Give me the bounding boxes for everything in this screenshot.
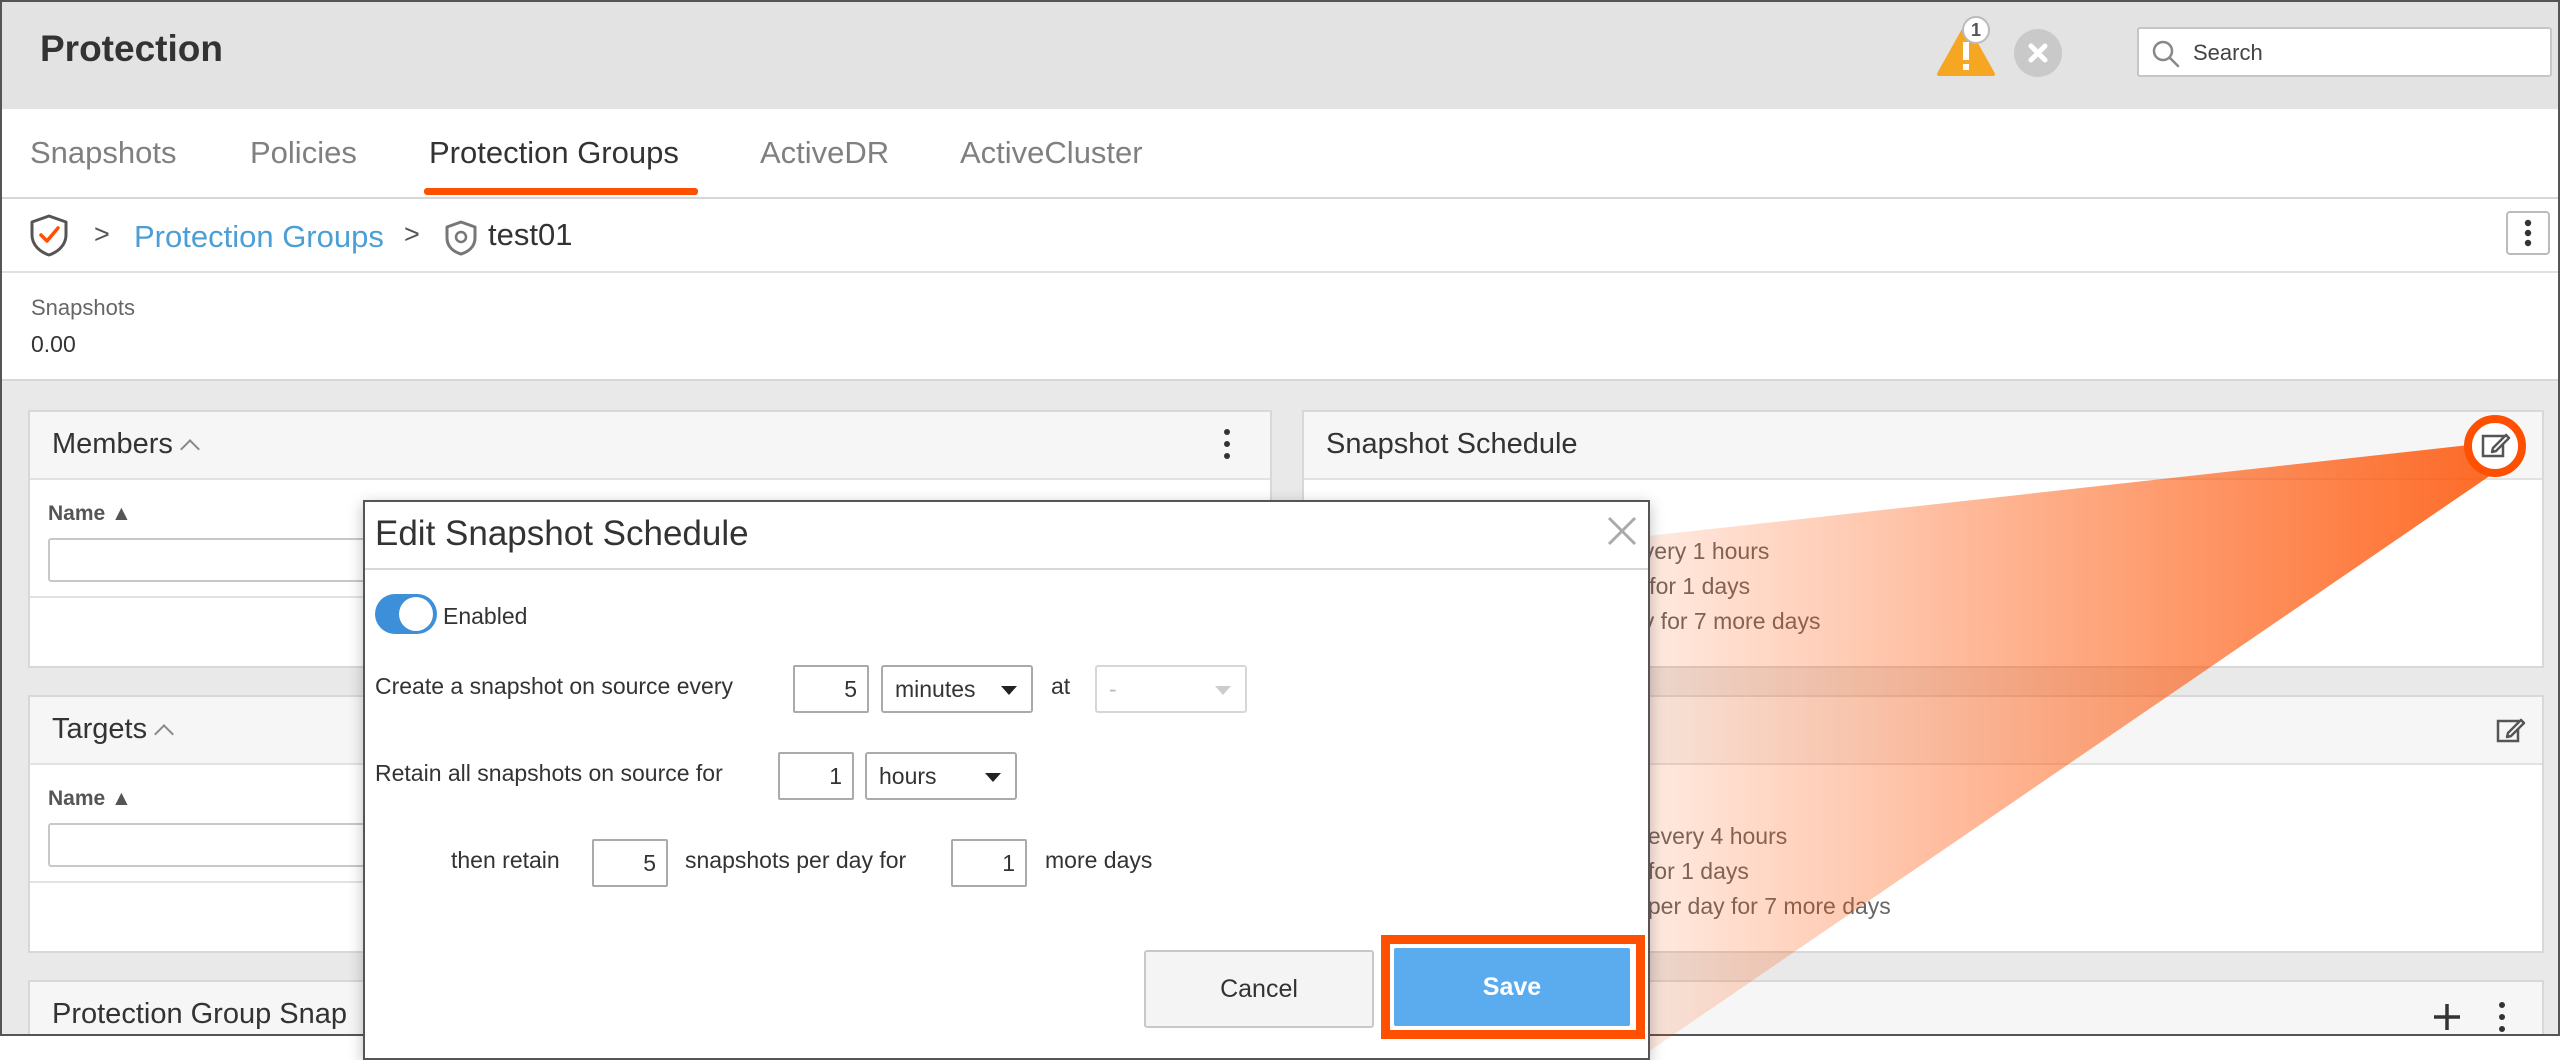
create-frequency-unit-select[interactable]: minutes xyxy=(881,665,1033,713)
toggle-knob xyxy=(399,597,433,631)
close-icon[interactable] xyxy=(1603,512,1641,550)
snapshots-stat-label: Snapshots xyxy=(31,295,135,320)
create-snapshot-label: Create a snapshot on source every xyxy=(375,673,733,699)
page-header: Protection 1 xyxy=(2,2,2558,111)
stats-bar: Snapshots 0.00 xyxy=(2,273,2558,381)
targets-name-column[interactable]: Name ▲ xyxy=(48,787,132,811)
breadcrumb-current: test01 xyxy=(488,217,573,252)
members-name-column[interactable]: Name ▲ xyxy=(48,502,132,526)
save-button[interactable]: Save xyxy=(1394,948,1630,1026)
chevron-down-icon xyxy=(1215,686,1231,695)
create-frequency-input[interactable]: 5 xyxy=(793,665,869,713)
cancel-button[interactable]: Cancel xyxy=(1144,950,1374,1028)
collapse-icon xyxy=(154,724,175,744)
snapshots-per-day-label: snapshots per day for xyxy=(685,847,907,873)
at-time-select: - xyxy=(1095,665,1247,713)
page-title: Protection xyxy=(40,28,223,69)
snapshot-schedule-panel-header: Snapshot Schedule xyxy=(1304,412,2542,480)
schedule-line: s every 4 hours xyxy=(1630,823,1788,849)
breadcrumb: > Protection Groups > test01 xyxy=(2,199,2558,273)
retain-all-input[interactable]: 1 xyxy=(778,752,854,800)
alert-count-badge: 1 xyxy=(1962,16,1990,44)
members-menu-icon[interactable] xyxy=(1223,429,1231,461)
at-label: at xyxy=(1051,673,1071,699)
then-retain-input[interactable]: 5 xyxy=(592,839,668,887)
schedule-line: ay for 7 more days xyxy=(1630,608,1821,634)
collapse-icon xyxy=(179,439,200,459)
pg-snapshots-panel-title: Protection Group Snap xyxy=(52,998,348,1030)
more-days-input[interactable]: 1 xyxy=(951,839,1027,887)
edit-icon xyxy=(2481,433,2511,458)
targets-panel-title[interactable]: Targets xyxy=(52,713,175,746)
tab-activecluster[interactable]: ActiveCluster xyxy=(960,135,1143,171)
enabled-toggle[interactable] xyxy=(375,594,437,634)
edit-replication-schedule-icon[interactable] xyxy=(2490,711,2530,751)
breadcrumb-separator: > xyxy=(404,219,420,249)
enabled-label: Enabled xyxy=(443,603,528,629)
tab-policies[interactable]: Policies xyxy=(250,135,357,171)
pg-snapshots-menu-icon[interactable] xyxy=(2498,1002,2506,1034)
dialog-header: Edit Snapshot Schedule xyxy=(365,502,1648,570)
tab-snapshots[interactable]: Snapshots xyxy=(30,135,177,171)
add-icon[interactable] xyxy=(2430,1000,2464,1034)
schedule-line: every 1 hours xyxy=(1630,538,1770,564)
breadcrumb-protection-groups-link[interactable]: Protection Groups xyxy=(134,219,384,255)
main-tabs: Snapshots Policies Protection Groups Act… xyxy=(2,109,2558,199)
more-vertical-icon xyxy=(2524,219,2532,247)
then-retain-label: then retain xyxy=(451,847,560,873)
edit-snapshot-schedule-dialog: Edit Snapshot Schedule Enabled Create a … xyxy=(363,500,1650,1060)
protection-group-icon xyxy=(445,220,477,256)
search-field[interactable] xyxy=(2137,27,2552,77)
dismiss-alerts-button[interactable] xyxy=(2014,29,2062,77)
close-icon xyxy=(2028,43,2048,63)
edit-snapshot-schedule-button[interactable] xyxy=(2464,415,2526,477)
tab-activedr[interactable]: ActiveDR xyxy=(760,135,889,171)
search-icon xyxy=(2152,40,2180,68)
members-panel-header: Members xyxy=(30,412,1270,480)
breadcrumb-separator: > xyxy=(94,219,110,249)
tab-protection-groups[interactable]: Protection Groups xyxy=(429,135,679,171)
snapshots-stat-value: 0.00 xyxy=(31,331,76,357)
members-name-filter[interactable] xyxy=(48,538,408,582)
protection-shield-icon[interactable] xyxy=(28,213,70,257)
more-days-label: more days xyxy=(1045,847,1153,873)
active-tab-indicator xyxy=(424,188,698,195)
retain-all-label: Retain all snapshots on source for xyxy=(375,760,723,786)
snapshot-schedule-panel-title: Snapshot Schedule xyxy=(1326,428,1578,460)
members-panel-title[interactable]: Members xyxy=(52,428,200,461)
targets-name-filter[interactable] xyxy=(48,823,408,867)
chevron-down-icon xyxy=(985,773,1001,782)
search-input[interactable] xyxy=(2191,35,2535,71)
retain-all-unit-select[interactable]: hours xyxy=(865,752,1017,800)
schedule-line: s per day for 7 more days xyxy=(1630,893,1891,919)
dialog-title: Edit Snapshot Schedule xyxy=(375,514,749,553)
chevron-down-icon xyxy=(1001,686,1017,695)
page-actions-menu-button[interactable] xyxy=(2506,211,2550,255)
